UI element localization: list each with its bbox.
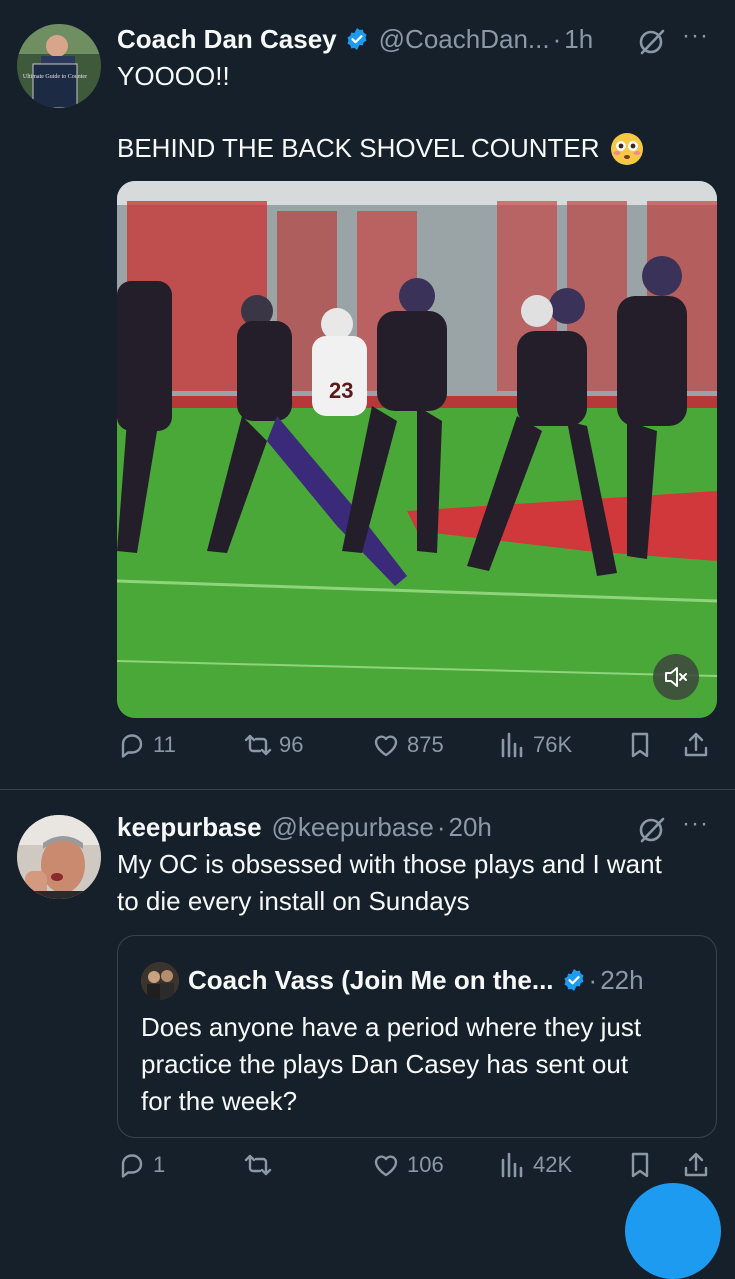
repost-icon: [244, 1154, 272, 1176]
like-count: 106: [407, 1152, 444, 1177]
views-button[interactable]: 42K: [497, 1150, 572, 1180]
verified-badge-icon: [564, 969, 584, 991]
author-name[interactable]: keepurbase: [117, 812, 262, 843]
tweet-text-line1: YOOOO!!: [117, 61, 230, 91]
separator: ·: [552, 23, 562, 54]
compose-post-button[interactable]: [625, 1183, 721, 1279]
reply-icon: [121, 734, 143, 758]
analytics-icon: [501, 732, 523, 758]
reply-button[interactable]: 11: [117, 730, 176, 760]
football-video-frame: 23: [117, 181, 717, 718]
author-avatar[interactable]: Ultimate Guide to Counter: [17, 24, 101, 108]
jersey-number: 23: [329, 378, 353, 403]
bookmark-button[interactable]: [625, 730, 655, 760]
tweet-actions: 11 96 875 76K: [117, 730, 717, 770]
grok-icon[interactable]: [637, 26, 667, 56]
reply-count: 11: [153, 732, 176, 757]
speaker-muted-icon: [665, 667, 687, 687]
verified-badge-icon: [347, 28, 367, 50]
heart-icon: [374, 735, 398, 757]
tweet-text-line2-text: BEHIND THE BACK SHOVEL COUNTER: [117, 133, 600, 163]
grok-icon[interactable]: [637, 814, 667, 844]
quoted-tweet-text: Does anyone have a period where they jus…: [141, 1012, 642, 1116]
tweet-header: Coach Dan Casey @CoachDan... · 1h: [117, 22, 593, 56]
like-count: 875: [407, 732, 444, 757]
heart-icon: [374, 1155, 398, 1177]
author-handle[interactable]: @CoachDan...: [379, 24, 550, 55]
share-button[interactable]: [681, 730, 711, 760]
bookmark-icon: [631, 732, 649, 758]
timestamp[interactable]: 20h: [448, 812, 491, 843]
flushed-face-emoji-icon: [610, 132, 643, 165]
view-count: 76K: [533, 732, 573, 757]
share-icon: [684, 732, 708, 757]
author-handle[interactable]: @keepurbase: [272, 812, 434, 843]
tweet-video[interactable]: 23: [117, 181, 717, 718]
repost-button[interactable]: [243, 1150, 279, 1180]
repost-count: 96: [279, 732, 304, 757]
quoted-tweet[interactable]: Coach Vass (Join Me on the... · 22h Does…: [117, 935, 717, 1138]
author-avatar[interactable]: [17, 815, 101, 899]
avatar-book-text: Ultimate Guide to Counter: [23, 74, 87, 80]
bookmark-button[interactable]: [625, 1150, 655, 1180]
views-button[interactable]: 76K: [497, 730, 572, 760]
tweet-header: keepurbase @keepurbase · 20h: [117, 810, 492, 844]
tweet-actions: 1 106 42K: [117, 1150, 717, 1190]
quoted-timestamp[interactable]: 22h: [600, 965, 643, 996]
tweet-text: My OC is obsessed with those plays and I…: [117, 849, 662, 916]
share-icon: [684, 1152, 708, 1177]
quoted-author-avatar[interactable]: [141, 962, 179, 1000]
view-count: 42K: [533, 1152, 573, 1177]
tweet-coach-dan-casey[interactable]: Ultimate Guide to Counter Coach Dan Case…: [0, 0, 735, 789]
tweet-text-line2: BEHIND THE BACK SHOVEL COUNTER: [117, 130, 644, 167]
like-button[interactable]: 875: [371, 730, 444, 760]
quoted-author-name[interactable]: Coach Vass (Join Me on the...: [188, 965, 554, 996]
separator: ·: [588, 964, 598, 995]
repost-icon: [244, 734, 272, 756]
reply-button[interactable]: 1: [117, 1150, 165, 1180]
bookmark-icon: [631, 1152, 649, 1178]
like-button[interactable]: 106: [371, 1150, 444, 1180]
reply-count: 1: [153, 1152, 166, 1177]
share-button[interactable]: [681, 1150, 711, 1180]
separator: ·: [436, 811, 446, 842]
more-options-button[interactable]: ···: [682, 810, 709, 838]
tweet-keepurbase[interactable]: keepurbase @keepurbase · 20h ··· My OC i…: [0, 790, 735, 1199]
timestamp[interactable]: 1h: [564, 24, 593, 55]
quoted-tweet-header: Coach Vass (Join Me on the... · 22h: [188, 962, 644, 998]
author-name[interactable]: Coach Dan Casey: [117, 24, 337, 55]
repost-button[interactable]: 96: [243, 730, 303, 760]
analytics-icon: [501, 1152, 523, 1178]
mute-toggle-button[interactable]: [653, 654, 699, 700]
reply-icon: [121, 1154, 143, 1178]
more-options-button[interactable]: ···: [682, 22, 709, 50]
